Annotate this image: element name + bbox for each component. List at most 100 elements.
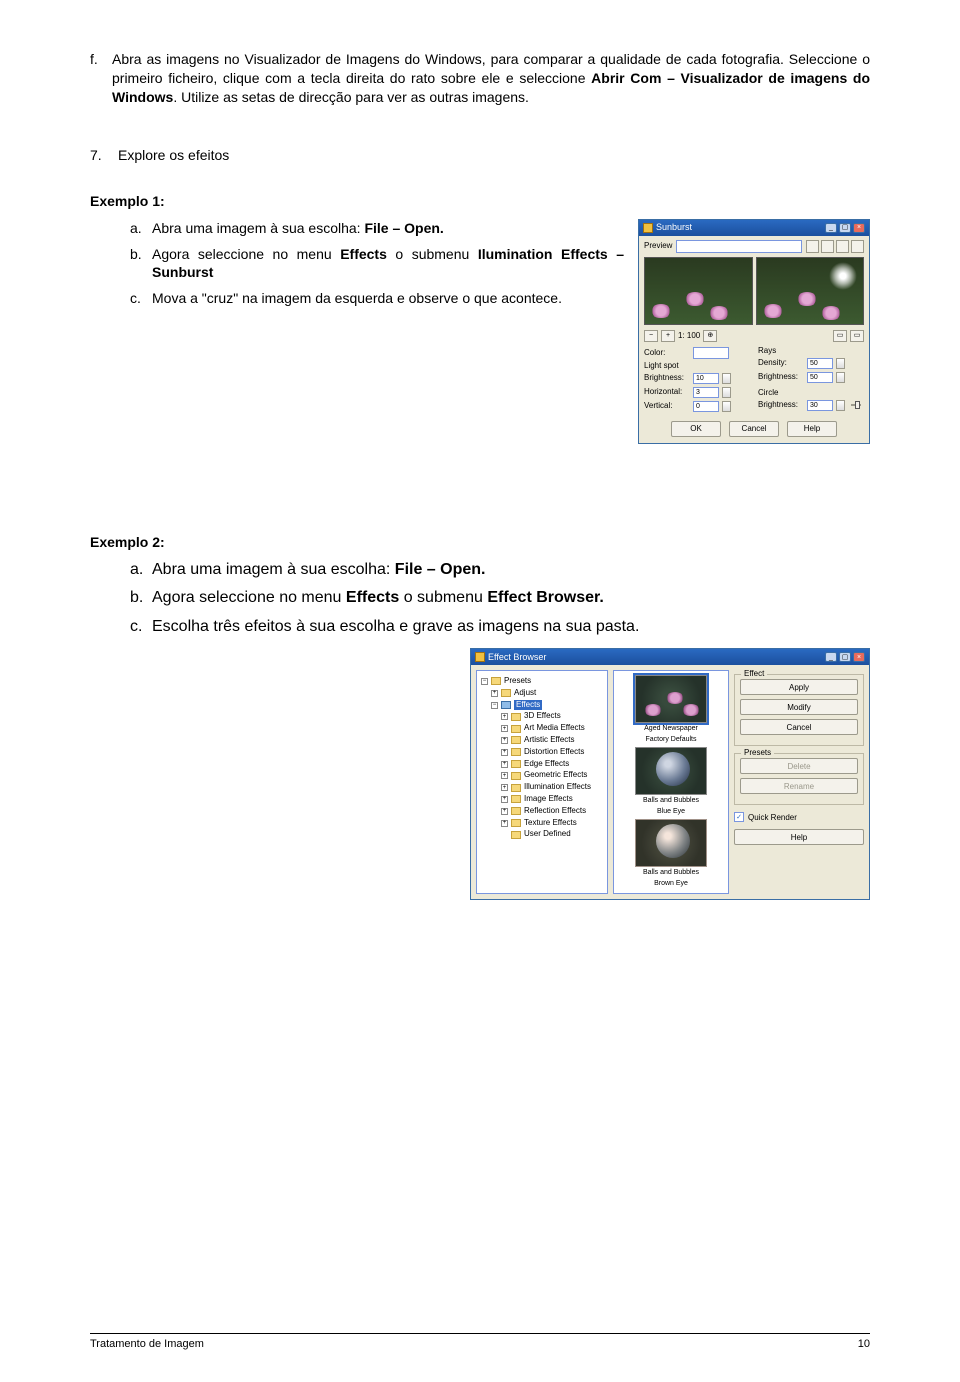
thumb-balls-blue[interactable] xyxy=(635,747,707,795)
expand-icon[interactable]: + xyxy=(501,808,508,815)
tree-distortion[interactable]: Distortion Effects xyxy=(524,747,584,758)
ok-button[interactable]: OK xyxy=(671,421,721,437)
tree-art[interactable]: Art Media Effects xyxy=(524,723,585,734)
expand-icon[interactable]: + xyxy=(501,796,508,803)
toggle-a-icon[interactable]: ▭ xyxy=(833,330,847,342)
eb-cancel-button[interactable]: Cancel xyxy=(740,719,858,735)
zoom-out-icon[interactable]: − xyxy=(644,330,658,342)
minimize-icon[interactable]: _ xyxy=(825,652,837,662)
zoom-in-icon[interactable]: + xyxy=(661,330,675,342)
tree-userdefined[interactable]: User Defined xyxy=(524,829,571,840)
ex2-b-b1: Effects xyxy=(346,589,399,606)
disk-icon[interactable] xyxy=(806,240,819,253)
section-7-num: 7. xyxy=(90,147,118,163)
ex1-b-pre: Agora seleccione no menu xyxy=(152,246,340,262)
expand-icon[interactable]: + xyxy=(501,749,508,756)
color-swatch[interactable] xyxy=(693,347,729,359)
tree-texture[interactable]: Texture Effects xyxy=(524,818,577,829)
preview-panes xyxy=(644,257,864,325)
preview-before[interactable] xyxy=(644,257,753,325)
expand-icon[interactable]: + xyxy=(501,772,508,779)
quick-render-check[interactable]: ✓Quick Render xyxy=(734,812,864,822)
ex2-b-marker: b. xyxy=(90,588,152,609)
expand-icon[interactable]: + xyxy=(501,784,508,791)
circle-brightness-input[interactable]: 30 xyxy=(807,400,833,411)
effect-group-label: Effect xyxy=(741,669,767,678)
eb-help-button[interactable]: Help xyxy=(734,829,864,845)
ex2-b: b. Agora seleccione no menu Effects o su… xyxy=(90,588,870,609)
tree-presets[interactable]: Presets xyxy=(504,676,531,687)
maximize-icon[interactable]: ▢ xyxy=(839,652,851,662)
expand-icon[interactable]: + xyxy=(501,820,508,827)
thumb2-cap2: Blue Eye xyxy=(657,808,685,815)
ls-brightness-label: Brightness: xyxy=(644,374,690,382)
ls-vertical-input[interactable]: 0 xyxy=(693,401,719,412)
rays-density-input[interactable]: 50 xyxy=(807,358,833,369)
eb-tree[interactable]: − Presets + Adjust − Effects +3D Effects + A… xyxy=(476,670,608,894)
ex1-a: a. Abra uma imagem à sua escolha: File –… xyxy=(90,219,624,237)
ex1-b-b1: Effects xyxy=(340,246,387,262)
random-icon[interactable] xyxy=(851,240,864,253)
rename-button[interactable]: Rename xyxy=(740,778,858,794)
spinner-icon[interactable] xyxy=(722,401,731,412)
spinner-icon[interactable] xyxy=(836,358,845,369)
folder-icon xyxy=(501,689,511,697)
ex1-c-text: Mova a "cruz" na imagem da esquerda e ob… xyxy=(152,289,624,307)
close-icon[interactable]: × xyxy=(853,652,865,662)
tree-illumination[interactable]: Illumination Effects xyxy=(524,782,591,793)
cancel-button[interactable]: Cancel xyxy=(729,421,779,437)
tree-image[interactable]: Image Effects xyxy=(524,794,573,805)
spinner-icon[interactable] xyxy=(836,372,845,383)
tree-reflection[interactable]: Reflection Effects xyxy=(524,806,586,817)
tree-adjust[interactable]: Adjust xyxy=(514,688,536,699)
thumb2-cap1: Balls and Bubbles xyxy=(643,797,699,804)
tree-artistic[interactable]: Artistic Effects xyxy=(524,735,575,746)
thumb-balls-brown[interactable] xyxy=(635,819,707,867)
tree-effects[interactable]: Effects xyxy=(514,700,542,711)
minimize-icon[interactable]: _ xyxy=(825,223,837,233)
preview-select[interactable] xyxy=(676,240,802,253)
ex1-a-marker: a. xyxy=(90,219,152,237)
rays-brightness-input[interactable]: 50 xyxy=(807,372,833,383)
collapse-icon[interactable]: − xyxy=(491,702,498,709)
ls-brightness-input[interactable]: 10 xyxy=(693,373,719,384)
spinner-icon[interactable] xyxy=(836,400,845,411)
checkbox-icon[interactable]: ✓ xyxy=(734,812,744,822)
ex2-b-pre: Agora seleccione no menu xyxy=(152,589,346,606)
expand-icon[interactable]: + xyxy=(501,725,508,732)
eb-titlebar[interactable]: Effect Browser _ ▢ × xyxy=(471,649,869,665)
rays-density-label: Density: xyxy=(758,359,804,367)
expand-icon[interactable]: + xyxy=(501,761,508,768)
tree-3d[interactable]: 3D Effects xyxy=(524,711,561,722)
nav-icon[interactable]: ⊕ xyxy=(703,330,717,342)
toggle-b-icon[interactable]: ▭ xyxy=(850,330,864,342)
apply-button[interactable]: Apply xyxy=(740,679,858,695)
close-icon[interactable]: × xyxy=(853,223,865,233)
effect-browser-dialog: Effect Browser _ ▢ × − Presets + Adjust − E… xyxy=(470,648,870,900)
tree-geometric[interactable]: Geometric Effects xyxy=(524,770,587,781)
page-footer: Tratamento de Imagem 10 xyxy=(90,1333,870,1350)
spinner-icon[interactable] xyxy=(722,373,731,384)
ls-horizontal-input[interactable]: 3 xyxy=(693,387,719,398)
spinner-icon[interactable] xyxy=(722,387,731,398)
exemplo1-list: a. Abra uma imagem à sua escolha: File –… xyxy=(90,219,638,316)
trash-icon[interactable] xyxy=(821,240,834,253)
expand-icon[interactable]: + xyxy=(501,737,508,744)
exemplo1-row: a. Abra uma imagem à sua escolha: File –… xyxy=(90,219,870,444)
maximize-icon[interactable]: ▢ xyxy=(839,223,851,233)
folder-icon xyxy=(511,831,521,839)
expand-icon[interactable]: + xyxy=(491,690,498,697)
thumb-aged-newspaper[interactable] xyxy=(635,675,707,723)
circle-brightness-slider[interactable] xyxy=(851,404,861,406)
delete-button[interactable]: Delete xyxy=(740,758,858,774)
folder-icon xyxy=(511,748,521,756)
tree-edge[interactable]: Edge Effects xyxy=(524,759,569,770)
expand-icon[interactable]: + xyxy=(501,713,508,720)
sunburst-dialog: Sunburst _ ▢ × Preview xyxy=(638,219,870,444)
modify-button[interactable]: Modify xyxy=(740,699,858,715)
help-button[interactable]: Help xyxy=(787,421,837,437)
reset-icon[interactable] xyxy=(836,240,849,253)
collapse-icon[interactable]: − xyxy=(481,678,488,685)
folder-icon xyxy=(511,807,521,815)
sunburst-titlebar[interactable]: Sunburst _ ▢ × xyxy=(639,220,869,236)
